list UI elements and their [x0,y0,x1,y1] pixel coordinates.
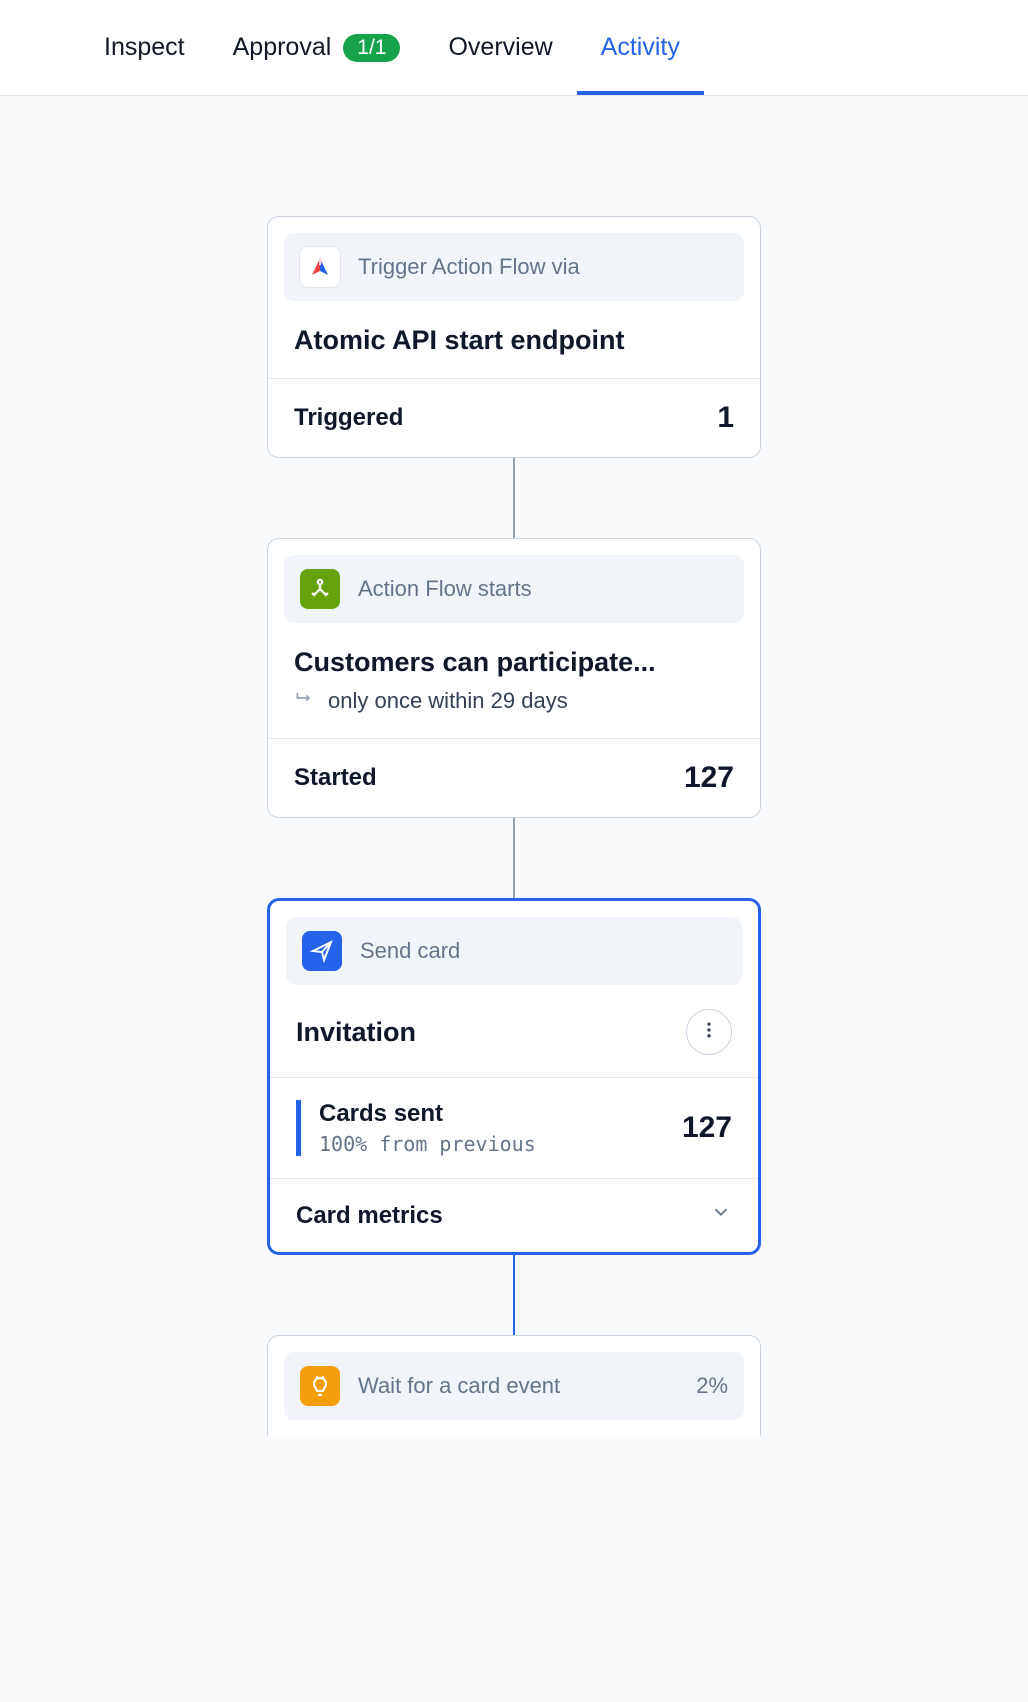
start-sub-row: only once within 29 days [268,688,760,738]
tab-overview[interactable]: Overview [448,0,552,95]
more-vertical-icon [699,1020,719,1045]
trigger-stat-value: 1 [717,401,734,435]
send-title: Invitation [296,1017,416,1048]
trigger-stage-bar: Trigger Action Flow via [284,233,744,301]
node-wait-head: Wait for a card event 2% [268,1336,760,1436]
arrow-return-icon [294,688,314,714]
send-stat-sub: 100% from previous [319,1132,536,1156]
trigger-title-wrap: Atomic API start endpoint [268,301,760,378]
start-sub-text: only once within 29 days [328,688,568,714]
node-trigger-head: Trigger Action Flow via [268,217,760,301]
node-menu-button[interactable] [686,1009,732,1055]
wait-stage-bar: Wait for a card event 2% [284,1352,744,1420]
wait-stage-label: Wait for a card event [358,1373,560,1399]
node-start[interactable]: Action Flow starts Customers can partici… [267,538,761,818]
send-stage-label: Send card [360,938,460,964]
wait-event-icon [300,1366,340,1406]
node-wait[interactable]: Wait for a card event 2% [267,1335,761,1436]
send-title-wrap: Invitation [270,985,758,1077]
flow-canvas: Trigger Action Flow via Atomic API start… [0,96,1028,1436]
approval-badge: 1/1 [343,34,400,62]
send-stage-bar: Send card [286,917,742,985]
start-stage-bar: Action Flow starts [284,555,744,623]
card-metrics-row[interactable]: Card metrics [270,1179,758,1252]
atomic-logo-icon [300,247,340,287]
connector [513,1255,515,1335]
send-stat-left: Cards sent 100% from previous [296,1100,536,1156]
flow-start-icon [300,569,340,609]
tabs-bar: Inspect Approval 1/1 Overview Activity [0,0,1028,96]
send-stat-row: Cards sent 100% from previous 127 [270,1078,758,1178]
node-start-head: Action Flow starts [268,539,760,623]
start-title-wrap: Customers can participate... [268,623,760,688]
node-trigger[interactable]: Trigger Action Flow via Atomic API start… [267,216,761,458]
start-title: Customers can participate... [294,647,656,678]
start-stat-value: 127 [684,761,734,795]
start-stage-label: Action Flow starts [358,576,532,602]
trigger-title: Atomic API start endpoint [294,325,625,356]
tab-approval-label: Approval [233,33,332,62]
chevron-down-icon [710,1201,732,1230]
wait-percent: 2% [696,1373,728,1399]
node-send-card[interactable]: Send card Invitation Cards sent 100% fro… [267,898,761,1255]
start-stat-label: Started [294,764,377,792]
node-send-head: Send card [270,901,758,985]
trigger-stat-row: Triggered 1 [268,379,760,457]
tab-approval[interactable]: Approval 1/1 [233,0,401,95]
trigger-stage-label: Trigger Action Flow via [358,254,580,280]
connector [513,818,515,898]
send-stat-value: 127 [682,1111,732,1145]
send-stat-label: Cards sent [319,1100,536,1128]
send-card-icon [302,931,342,971]
trigger-stat-label: Triggered [294,404,403,432]
tab-inspect[interactable]: Inspect [104,0,185,95]
card-metrics-label: Card metrics [296,1202,443,1230]
connector [513,458,515,538]
tab-activity[interactable]: Activity [601,0,680,95]
start-stat-row: Started 127 [268,739,760,817]
